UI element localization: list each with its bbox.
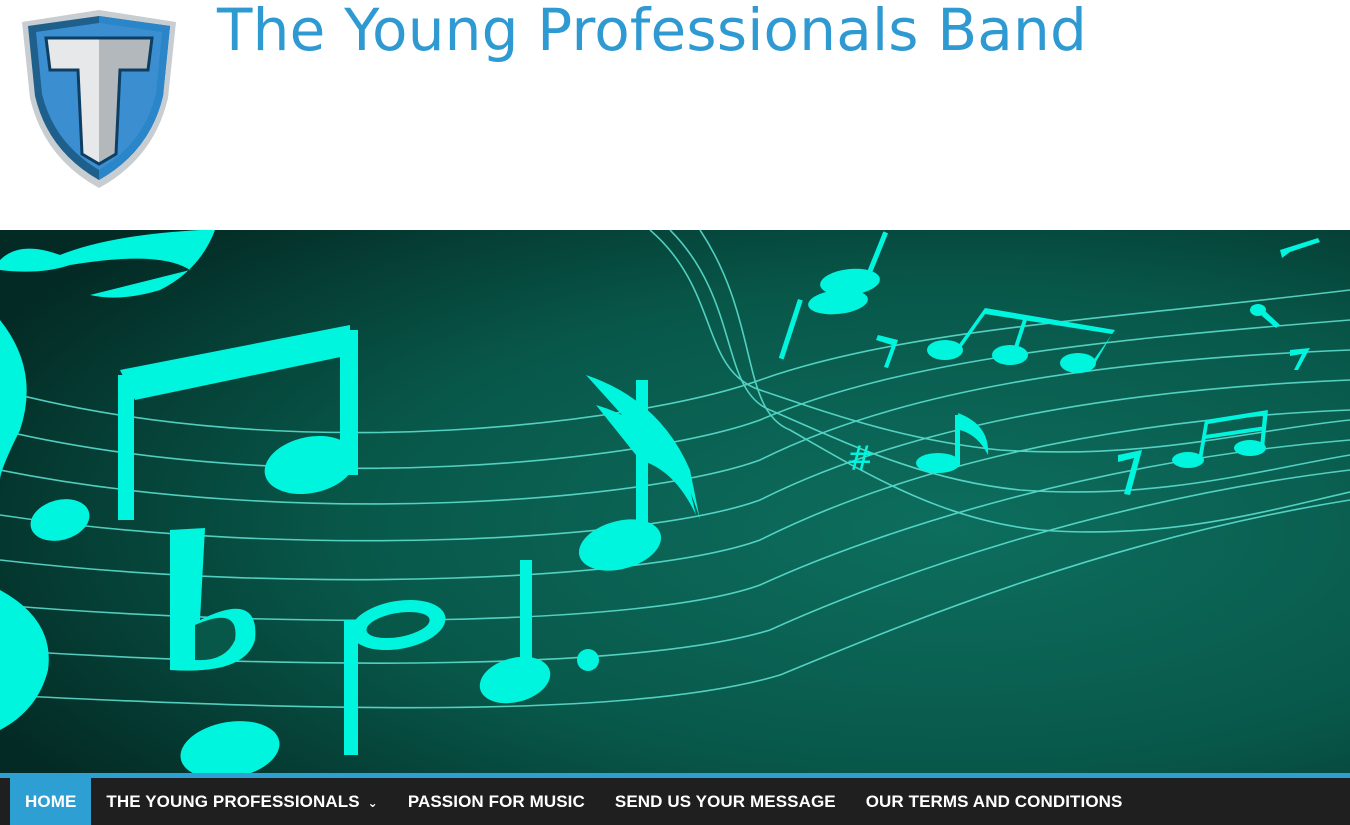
nav-item-the-young-professionals[interactable]: THE YOUNG PROFESSIONALS ⌄: [91, 778, 392, 825]
shield-t-logo-icon[interactable]: [18, 8, 180, 190]
chevron-down-icon[interactable]: ⌄: [368, 796, 378, 810]
nav-item-label: PASSION FOR MUSIC: [407, 791, 585, 811]
main-navigation: HOME THE YOUNG PROFESSIONALS ⌄ PASSION F…: [0, 778, 1350, 825]
nav-item-our-terms-and-conditions[interactable]: OUR TERMS AND CONDITIONS: [851, 778, 1138, 825]
nav-item-send-us-your-message[interactable]: SEND US YOUR MESSAGE: [600, 778, 851, 825]
nav-item-label: OUR TERMS AND CONDITIONS: [865, 791, 1123, 811]
site-title[interactable]: The Young Professionals Band: [217, 0, 1087, 66]
nav-item-label: SEND US YOUR MESSAGE: [614, 791, 836, 811]
svg-text:#: #: [846, 439, 875, 479]
header-banner-image: #: [0, 230, 1350, 773]
nav-item-home[interactable]: HOME: [10, 778, 92, 825]
nav-item-passion-for-music[interactable]: PASSION FOR MUSIC: [393, 778, 600, 825]
nav-item-label: HOME: [25, 791, 77, 811]
music-notes-illustration: #: [0, 230, 1350, 773]
site-header: The Young Professionals Band: [0, 0, 1350, 230]
nav-item-label: THE YOUNG PROFESSIONALS: [106, 791, 360, 811]
